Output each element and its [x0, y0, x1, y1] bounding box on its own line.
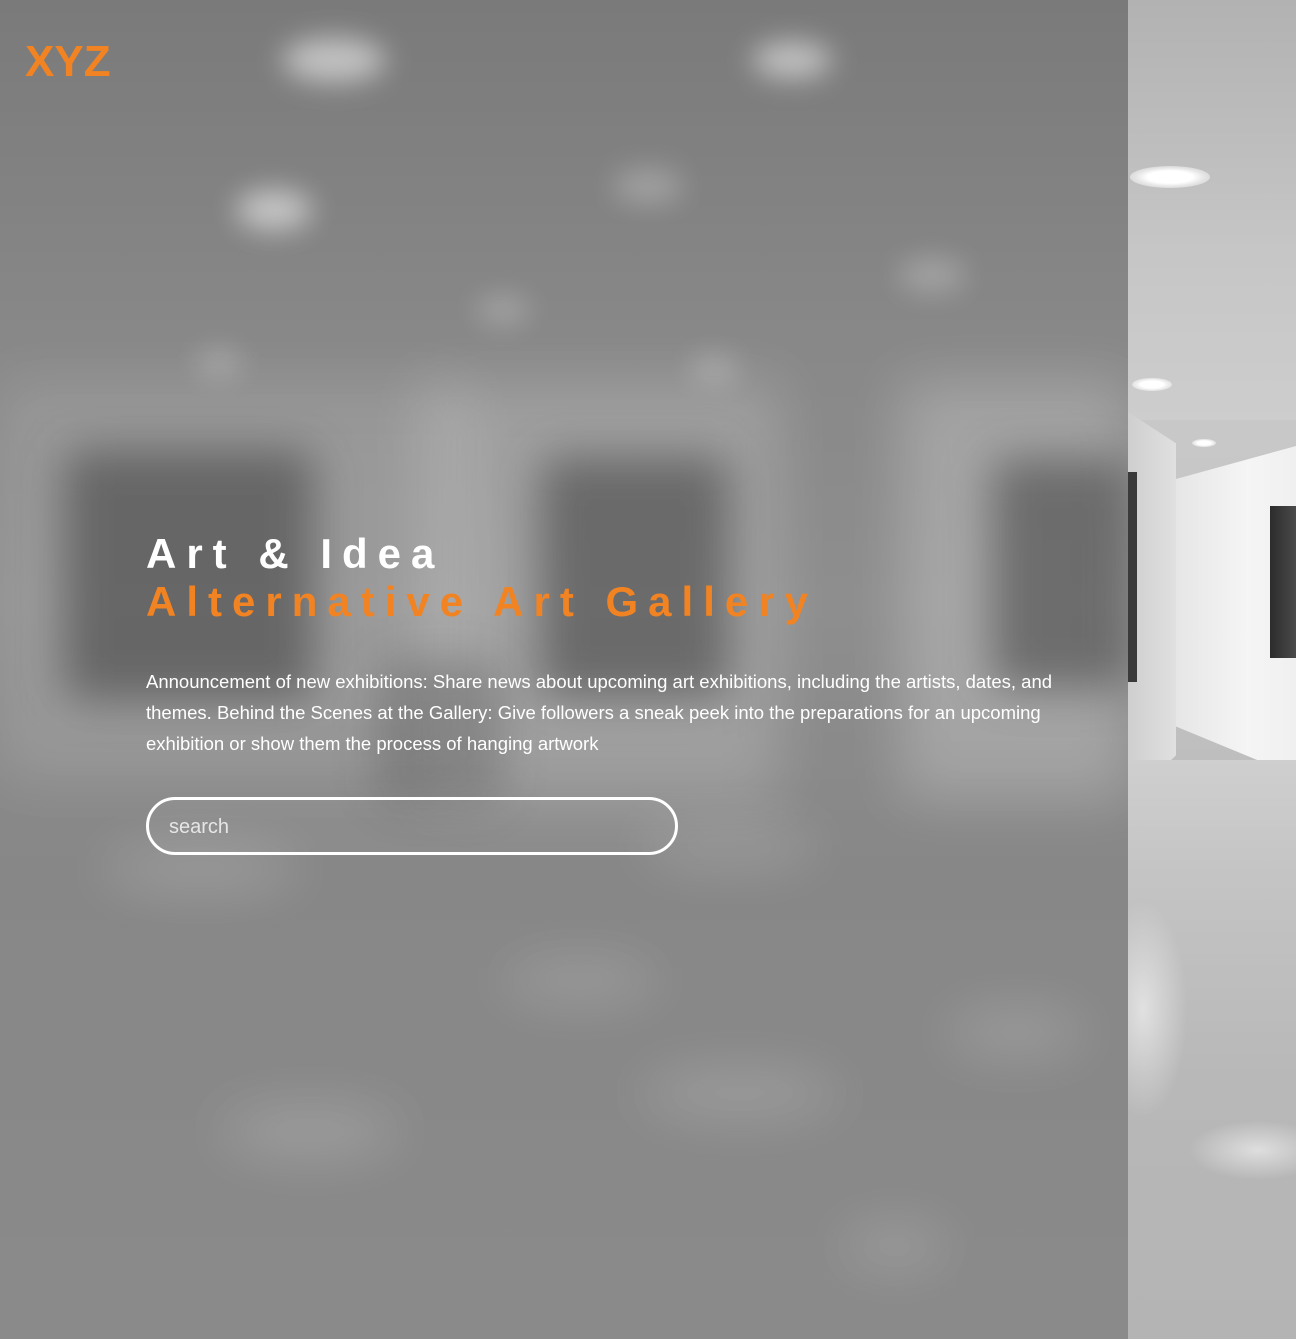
ceiling-light — [1192, 439, 1216, 447]
blurred-floor-glow — [946, 1010, 1086, 1054]
blurred-light — [690, 356, 738, 382]
brand-logo[interactable]: XYZ — [25, 38, 111, 86]
hero-subtitle: Alternative Art Gallery — [146, 578, 818, 625]
ceiling-light — [1132, 378, 1172, 391]
blurred-floor-glow — [840, 1226, 950, 1266]
ceiling — [1128, 0, 1296, 420]
blurred-light — [612, 168, 684, 204]
hero-description: Announcement of new exhibitions: Share n… — [146, 671, 1053, 754]
blurred-light — [196, 350, 242, 376]
blurred-light — [282, 38, 386, 82]
blurred-floor-glow — [640, 1070, 840, 1116]
blurred-light — [236, 190, 312, 230]
blurred-floor-glow — [220, 1106, 400, 1156]
page: XYZ Art & Idea Alternative Art Gallery A… — [0, 0, 1296, 1339]
hero-title: Art & Idea — [146, 530, 445, 577]
blurred-light — [476, 296, 530, 324]
blurred-floor-glow — [500, 960, 660, 1000]
artwork-frame — [1128, 472, 1137, 682]
gallery-background-photo — [1128, 0, 1296, 1339]
ceiling-light — [1130, 166, 1210, 188]
hero-section: Art & Idea Alternative Art Gallery Annou… — [146, 530, 1106, 855]
blurred-light — [898, 258, 966, 292]
blurred-light — [752, 42, 832, 78]
search-input[interactable] — [167, 800, 661, 854]
search-box[interactable] — [146, 797, 678, 855]
artwork-frame — [1270, 506, 1296, 658]
